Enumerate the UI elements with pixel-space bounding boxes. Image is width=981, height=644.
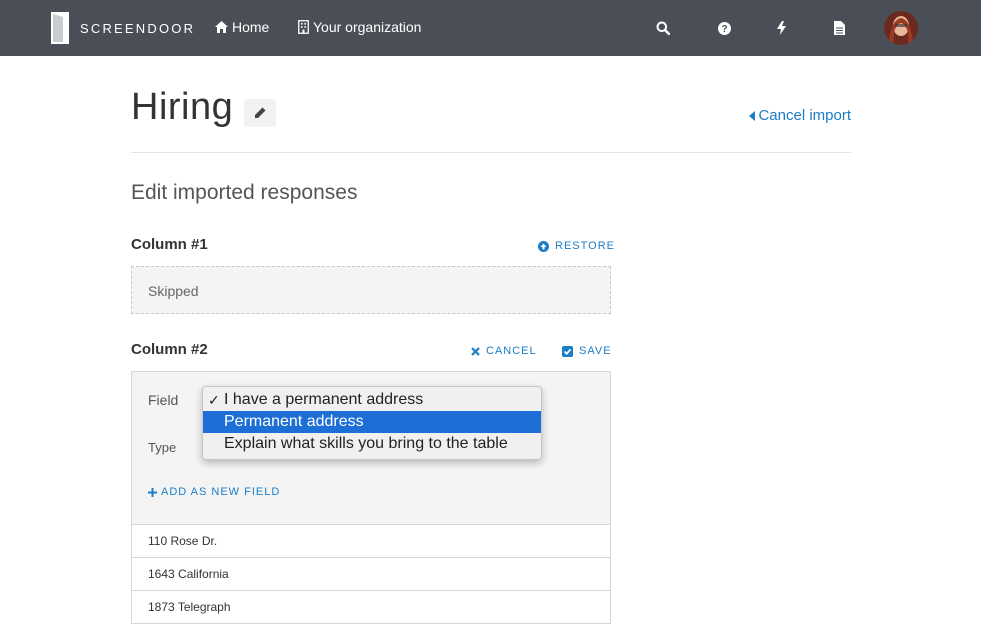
search-button[interactable] [654, 19, 672, 37]
field-label: Field [148, 392, 179, 408]
dropdown-option-permanent-address-question[interactable]: ✓ I have a permanent address [203, 389, 541, 411]
cancel-label: CANCEL [486, 345, 537, 357]
page-title: Hiring [131, 86, 234, 128]
checkmark-icon: ✓ [208, 392, 220, 408]
restore-label: RESTORE [555, 240, 615, 252]
cancel-import-label: Cancel import [758, 107, 851, 124]
caret-left-icon [749, 110, 756, 121]
user-avatar[interactable] [884, 11, 918, 45]
table-row: 1643 California [131, 557, 611, 591]
svg-text:?: ? [721, 24, 727, 35]
nav-organization-label: Your organization [313, 19, 422, 35]
add-as-new-field-label: ADD AS NEW FIELD [161, 486, 281, 498]
restore-button[interactable]: RESTORE [538, 240, 615, 252]
dropdown-option-permanent-address[interactable]: Permanent address [203, 411, 541, 433]
table-row: 1873 Telegraph [131, 590, 611, 624]
save-label: SAVE [579, 345, 612, 357]
skipped-label: Skipped [148, 283, 199, 299]
pencil-icon [255, 107, 266, 118]
building-icon [298, 20, 309, 34]
nav-organization-link[interactable]: Your organization [298, 19, 421, 35]
screendoor-logo[interactable] [51, 12, 69, 44]
dropdown-option-label: I have a permanent address [224, 391, 424, 408]
home-icon [215, 21, 228, 33]
nav-home-label: Home [232, 19, 270, 35]
save-button[interactable]: SAVE [562, 345, 612, 357]
field-select-dropdown[interactable]: ✓ I have a permanent address Permanent a… [202, 386, 542, 460]
search-icon [656, 21, 670, 35]
dropdown-option-skills[interactable]: Explain what skills you bring to the tab… [203, 433, 541, 455]
dropdown-option-label: Explain what skills you bring to the tab… [224, 435, 508, 452]
column-1-heading: Column #1 [131, 236, 208, 253]
type-label: Type [148, 440, 177, 455]
row-value: 1873 Telegraph [148, 600, 231, 614]
document-icon [833, 21, 845, 35]
dropdown-option-label: Permanent address [224, 413, 364, 430]
plus-icon [148, 487, 157, 497]
cancel-import-link[interactable]: Cancel import [749, 107, 851, 124]
activity-button[interactable] [772, 19, 790, 37]
brand-name[interactable]: SCREENDOOR [80, 21, 195, 36]
avatar-image [884, 11, 918, 45]
bolt-icon [776, 21, 786, 35]
documents-button[interactable] [830, 19, 848, 37]
top-nav-bar: SCREENDOOR Home Your organization ? [0, 0, 981, 56]
restore-icon [538, 240, 549, 252]
header-divider [131, 152, 851, 153]
help-icon: ? [717, 21, 731, 35]
column-2-heading: Column #2 [131, 341, 208, 358]
add-as-new-field-button[interactable]: ADD AS NEW FIELD [148, 486, 280, 498]
nav-home-link[interactable]: Home [215, 19, 269, 35]
row-value: 1643 California [148, 567, 229, 581]
help-button[interactable]: ? [715, 19, 733, 37]
table-row: 110 Rose Dr. [131, 524, 611, 558]
edit-title-button[interactable] [244, 99, 276, 127]
close-icon [471, 346, 480, 356]
checkbox-checked-icon [562, 345, 573, 357]
skipped-column-box: Skipped [131, 266, 611, 314]
section-title: Edit imported responses [131, 181, 358, 204]
row-value: 110 Rose Dr. [148, 534, 218, 548]
cancel-button[interactable]: CANCEL [471, 345, 537, 357]
